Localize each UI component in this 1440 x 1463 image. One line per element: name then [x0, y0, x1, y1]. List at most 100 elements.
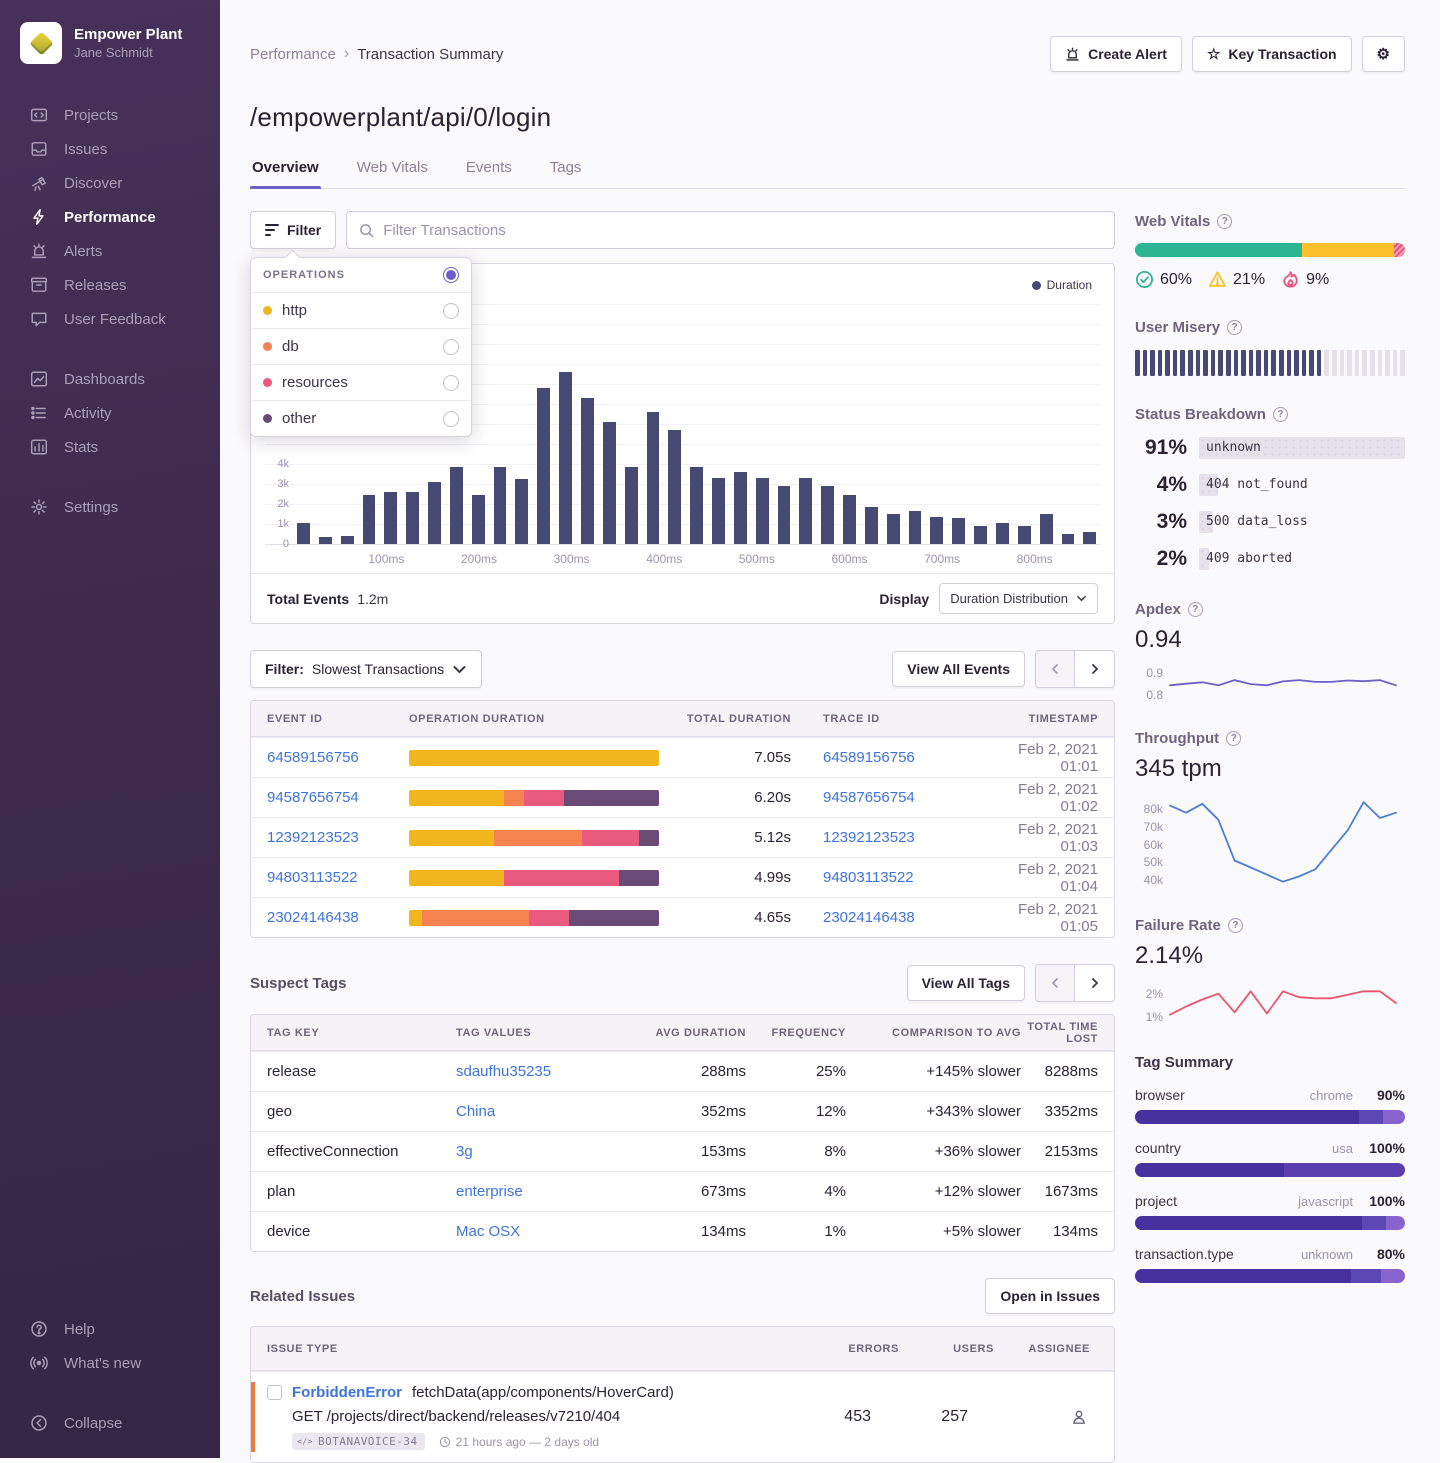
event-id-link[interactable]: 94803113522 — [251, 869, 409, 886]
histogram-bar[interactable] — [930, 517, 943, 544]
operation-option-other[interactable]: other — [251, 401, 471, 436]
histogram-bar[interactable] — [690, 467, 703, 544]
histogram-bar[interactable] — [1040, 514, 1053, 544]
event-id-link[interactable]: 12392123523 — [251, 829, 409, 846]
histogram-bar[interactable] — [428, 482, 441, 544]
tag-value-link[interactable]: China — [456, 1103, 631, 1120]
operation-radio[interactable] — [443, 339, 459, 355]
search-input[interactable] — [383, 222, 1102, 239]
assignee-person-icon[interactable] — [1070, 1408, 1088, 1426]
operation-radio[interactable] — [443, 411, 459, 427]
pager-prev-button[interactable] — [1036, 651, 1075, 687]
histogram-bar[interactable] — [406, 492, 419, 544]
histogram-bar[interactable] — [712, 478, 725, 544]
histogram-bar[interactable] — [450, 467, 463, 544]
event-id-link[interactable]: 23024146438 — [251, 909, 409, 926]
histogram-bar[interactable] — [472, 495, 485, 544]
help-circle-icon[interactable]: ? — [1226, 731, 1241, 746]
help-circle-icon[interactable]: ? — [1228, 918, 1243, 933]
histogram-bar[interactable] — [778, 486, 791, 544]
histogram-bar[interactable] — [974, 526, 987, 544]
histogram-bar[interactable] — [559, 372, 572, 544]
tab-web-vitals[interactable]: Web Vitals — [355, 159, 430, 188]
histogram-bar[interactable] — [319, 537, 332, 544]
tab-events[interactable]: Events — [464, 159, 514, 188]
histogram-bar[interactable] — [1083, 532, 1096, 544]
histogram-bar[interactable] — [865, 507, 878, 544]
trace-id-link[interactable]: 23024146438 — [823, 909, 993, 926]
sidebar-item-help[interactable]: Help — [0, 1312, 220, 1346]
tag-value-link[interactable]: Mac OSX — [456, 1223, 631, 1240]
view-all-events-button[interactable]: View All Events — [892, 651, 1025, 687]
sidebar-item-issues[interactable]: Issues — [0, 132, 220, 166]
pager-prev-button[interactable] — [1036, 965, 1075, 1001]
histogram-bar[interactable] — [647, 412, 660, 544]
sidebar-item-activity[interactable]: Activity — [0, 396, 220, 430]
trace-id-link[interactable]: 94587656754 — [823, 789, 993, 806]
display-select[interactable]: Duration Distribution — [939, 583, 1098, 614]
tag-value-link[interactable]: enterprise — [456, 1183, 631, 1200]
histogram-bar[interactable] — [756, 478, 769, 544]
event-id-link[interactable]: 94587656754 — [251, 789, 409, 806]
sidebar-item-settings[interactable]: Settings — [0, 490, 220, 524]
pager-next-button[interactable] — [1075, 651, 1114, 687]
sidebar-item-discover[interactable]: Discover — [0, 166, 220, 200]
histogram-bar[interactable] — [734, 472, 747, 544]
histogram-bar[interactable] — [799, 478, 812, 544]
sidebar-item-dashboards[interactable]: Dashboards — [0, 362, 220, 396]
histogram-bar[interactable] — [996, 523, 1009, 544]
operations-radio[interactable] — [443, 267, 459, 283]
histogram-bar[interactable] — [297, 523, 310, 544]
histogram-bar[interactable] — [515, 479, 528, 544]
sidebar-item-what-s-new[interactable]: What's new — [0, 1346, 220, 1380]
trace-id-link[interactable]: 12392123523 — [823, 829, 993, 846]
breadcrumb-parent[interactable]: Performance — [250, 46, 336, 63]
org-switcher[interactable]: Empower Plant Jane Schmidt — [0, 22, 220, 64]
sidebar-item-releases[interactable]: Releases — [0, 268, 220, 302]
tab-overview[interactable]: Overview — [250, 159, 321, 188]
histogram-bar[interactable] — [1062, 534, 1075, 544]
sidebar-item-projects[interactable]: Projects — [0, 98, 220, 132]
view-all-tags-button[interactable]: View All Tags — [907, 965, 1025, 1001]
histogram-bar[interactable] — [341, 536, 354, 544]
help-circle-icon[interactable]: ? — [1217, 214, 1232, 229]
help-circle-icon[interactable]: ? — [1188, 602, 1203, 617]
histogram-bar[interactable] — [821, 486, 834, 544]
histogram-bar[interactable] — [603, 422, 616, 544]
operation-radio[interactable] — [443, 375, 459, 391]
key-transaction-button[interactable]: ☆ Key Transaction — [1192, 36, 1352, 72]
pager-next-button[interactable] — [1075, 965, 1114, 1001]
open-in-issues-button[interactable]: Open in Issues — [985, 1278, 1115, 1314]
histogram-bar[interactable] — [494, 467, 507, 544]
histogram-bar[interactable] — [363, 495, 376, 544]
chart-legend[interactable]: Duration — [1032, 278, 1092, 292]
tab-tags[interactable]: Tags — [548, 159, 584, 188]
operation-option-http[interactable]: http — [251, 293, 471, 329]
tag-value-link[interactable]: sdaufhu35235 — [456, 1063, 631, 1080]
histogram-bar[interactable] — [909, 511, 922, 544]
histogram-bar[interactable] — [581, 398, 594, 544]
operation-option-db[interactable]: db — [251, 329, 471, 365]
trace-id-link[interactable]: 94803113522 — [823, 869, 993, 886]
create-alert-button[interactable]: Create Alert — [1050, 36, 1182, 72]
events-filter-dropdown[interactable]: Filter: Slowest Transactions — [250, 650, 482, 688]
sidebar-item-stats[interactable]: Stats — [0, 430, 220, 464]
settings-gear-button[interactable]: ⚙ — [1362, 36, 1405, 72]
sidebar-item-performance[interactable]: Performance — [0, 200, 220, 234]
operation-option-resources[interactable]: resources — [251, 365, 471, 401]
histogram-bar[interactable] — [537, 388, 550, 544]
operation-radio[interactable] — [443, 303, 459, 319]
histogram-bar[interactable] — [1018, 526, 1031, 544]
sidebar-item-alerts[interactable]: Alerts — [0, 234, 220, 268]
issue-checkbox[interactable] — [267, 1385, 282, 1400]
help-circle-icon[interactable]: ? — [1273, 407, 1288, 422]
sidebar-item-user-feedback[interactable]: User Feedback — [0, 302, 220, 336]
trace-id-link[interactable]: 64589156756 — [823, 749, 993, 766]
issue-project-chip[interactable]: </>BOTANAVOICE-34 — [292, 1433, 425, 1450]
sidebar-item-collapse[interactable]: Collapse — [0, 1406, 220, 1440]
help-circle-icon[interactable]: ? — [1227, 320, 1242, 335]
filter-button[interactable]: Filter — [250, 211, 336, 249]
histogram-bar[interactable] — [843, 495, 856, 544]
histogram-bar[interactable] — [625, 467, 638, 544]
histogram-bar[interactable] — [668, 430, 681, 544]
